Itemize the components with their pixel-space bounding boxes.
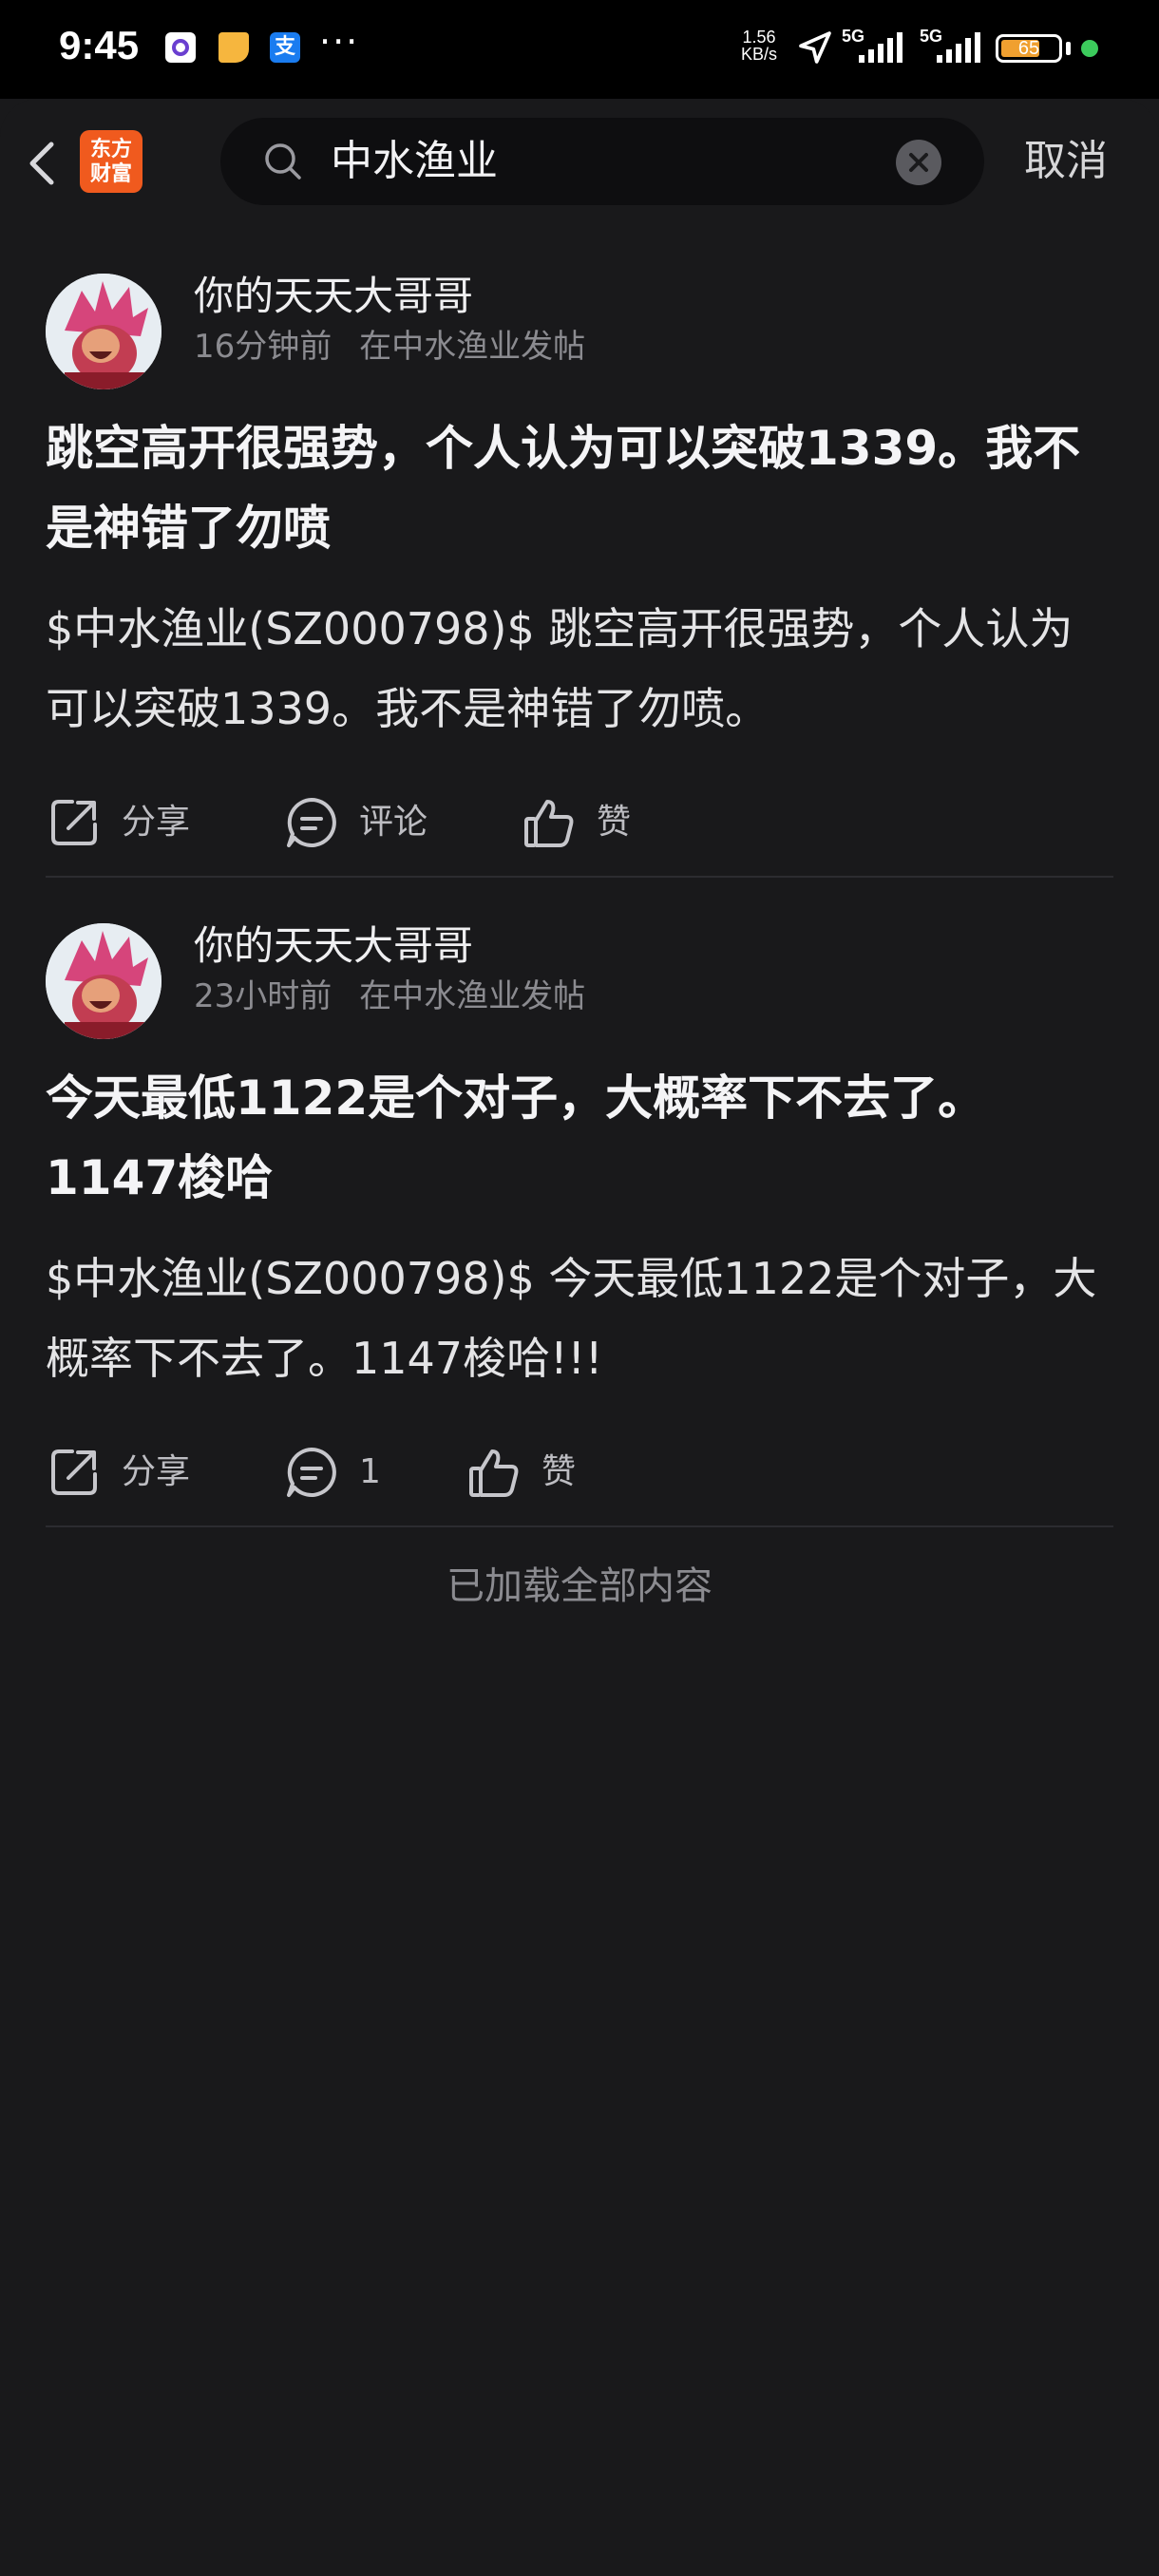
post-location[interactable]: 在中水渔业发帖: [359, 328, 585, 366]
privacy-indicator-dot: [1081, 40, 1098, 57]
cancel-button[interactable]: 取消: [1024, 131, 1108, 192]
post-actions: 分享 评论 赞: [46, 785, 1113, 861]
search-bar[interactable]: 中水渔业: [220, 118, 984, 205]
comment-button[interactable]: 评论: [283, 785, 428, 861]
like-button[interactable]: 赞: [466, 1434, 576, 1510]
post-time: 23小时前: [194, 977, 332, 1015]
battery-icon: 65: [996, 34, 1062, 63]
share-icon: [51, 800, 97, 845]
post-time: 16分钟前: [194, 328, 332, 366]
net-speed: 1.56 KB/s: [741, 28, 778, 64]
share-icon: [51, 1449, 97, 1495]
signal-icon: [859, 32, 902, 63]
search-icon: [265, 143, 301, 180]
avatar[interactable]: [46, 923, 162, 1039]
back-arrow-icon[interactable]: [19, 133, 66, 194]
thumbs-up-icon: [469, 1449, 519, 1497]
app-logo[interactable]: 东方 财富: [80, 130, 142, 193]
location-arrow-icon: [799, 31, 831, 64]
post-username[interactable]: 你的天天大哥哥: [194, 268, 473, 325]
circle-app-icon: [165, 32, 196, 63]
post-username[interactable]: 你的天天大哥哥: [194, 918, 473, 975]
status-bar: 9:45 支 ··· 1.56 KB/s 5G 5G 65: [0, 0, 1159, 99]
thumbs-up-icon: [524, 800, 574, 847]
post-actions: 分享 1 赞: [46, 1434, 1113, 1510]
end-of-list-text: 已加载全部内容: [446, 1564, 712, 1608]
clock: 9:45: [59, 23, 140, 67]
post-title[interactable]: 跳空高开很强势，个人认为可以突破1339。我不是神错了勿喷: [46, 408, 1113, 568]
comment-icon: [287, 1448, 336, 1497]
post-meta: 23小时前 在中水渔业发帖: [194, 973, 585, 1020]
note-icon: [218, 32, 249, 63]
comment-icon: [287, 798, 336, 847]
post-body[interactable]: $中水渔业(SZ000798)$ 今天最低1122是个对子，大概率下不去了。11…: [46, 1239, 1113, 1398]
search-input[interactable]: 中水渔业: [331, 131, 498, 192]
comment-button[interactable]: 1: [283, 1434, 381, 1510]
post-body[interactable]: $中水渔业(SZ000798)$ 跳空高开很强势，个人认为可以突破1339。我不…: [46, 589, 1113, 748]
share-button[interactable]: 分享: [46, 1434, 190, 1510]
divider: [46, 1525, 1113, 1527]
post-meta: 16分钟前 在中水渔业发帖: [194, 323, 585, 370]
avatar-image: [46, 923, 162, 1039]
post-card[interactable]: 你的天天大哥哥 16分钟前 在中水渔业发帖 跳空高开很强势，个人认为可以突破13…: [46, 273, 1113, 847]
avatar[interactable]: [46, 274, 162, 389]
more-notifications-icon: ···: [319, 21, 360, 63]
post-location[interactable]: 在中水渔业发帖: [359, 977, 585, 1015]
divider: [46, 876, 1113, 878]
post-title[interactable]: 今天最低1122是个对子，大概率下不去了。1147梭哈: [46, 1058, 1113, 1218]
comment-count: 1: [359, 1452, 381, 1491]
post-card[interactable]: 你的天天大哥哥 23小时前 在中水渔业发帖 今天最低1122是个对子，大概率下不…: [46, 922, 1113, 1497]
alipay-icon: 支: [270, 32, 300, 63]
signal-icon-2: [937, 32, 980, 63]
clear-search-icon[interactable]: [895, 139, 942, 186]
like-button[interactable]: 赞: [521, 785, 631, 861]
battery-tip: [1066, 42, 1071, 55]
share-button[interactable]: 分享: [46, 785, 190, 861]
avatar-image: [46, 274, 162, 389]
